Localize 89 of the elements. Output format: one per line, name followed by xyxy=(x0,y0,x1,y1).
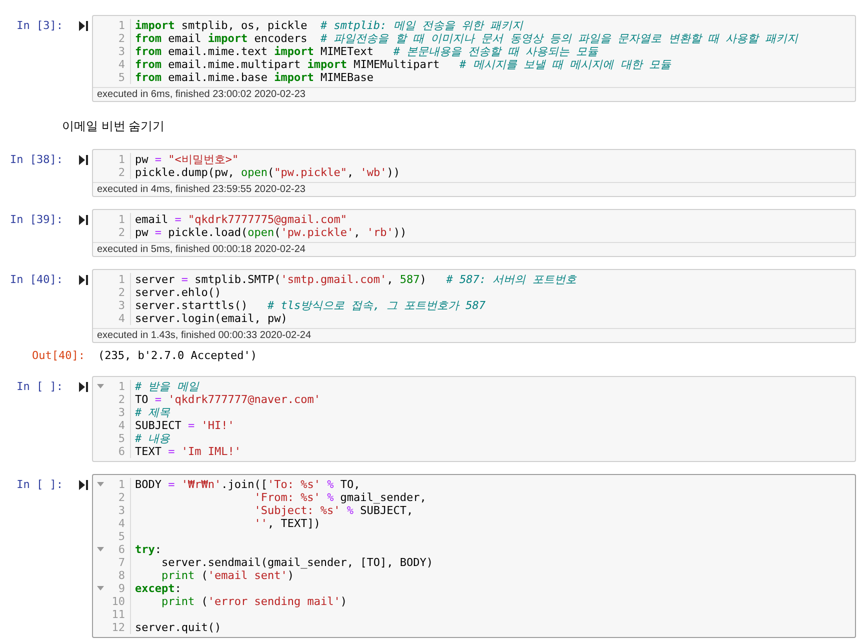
line-number: 3 xyxy=(118,406,125,419)
code-line: server = smtplib.SMTP('smtp.gmail.com', 587) # 587: 서버의 포트번호 xyxy=(135,273,576,286)
code-line: # 받을 메일 xyxy=(135,380,199,393)
run-icon[interactable] xyxy=(79,382,88,392)
line-number: 5 xyxy=(118,71,125,84)
line-number: 1 xyxy=(118,153,125,166)
code-line: BODY = '₩r₩n'.join(['To: %s' % TO, xyxy=(135,478,360,491)
line-number: 6 xyxy=(118,445,125,458)
line-number: 2 xyxy=(118,393,125,406)
code-line: print ('email sent') xyxy=(160,569,294,582)
line-number: 2 xyxy=(118,226,125,239)
code-line: 'Subject: %s' % SUBJECT, xyxy=(253,504,414,517)
code-line: server.quit() xyxy=(135,621,222,634)
code-cell[interactable]: 1 pw = "<비밀번호>" 2 pickle.dump(pw, open("pw.pickle", 'wb')) executed in 4ms, finished 23:59:55 2020-02-23 xyxy=(92,149,856,197)
run-icon[interactable] xyxy=(79,480,88,490)
line-number: 2 xyxy=(118,491,125,504)
run-icon[interactable] xyxy=(79,274,88,284)
execution-time: executed in 5ms, finished 00:00:18 2020-02-24 xyxy=(97,244,306,255)
fold-icon[interactable] xyxy=(97,586,104,591)
line-number: 11 xyxy=(112,608,125,621)
code-line: 'From: %s' % gmail_sender, xyxy=(253,491,426,504)
line-number: 12 xyxy=(112,621,125,634)
code-line: SUBJECT = 'HI!' xyxy=(135,419,234,432)
line-number: 2 xyxy=(118,166,125,179)
line-number: 10 xyxy=(112,595,125,608)
code-line: email = "qkdrk7777775@gmail.com" xyxy=(135,213,347,226)
output-text: (235, b'2.7.0 Accepted') xyxy=(97,349,257,362)
input-prompt: In [ ]: xyxy=(16,478,63,491)
code-line: TEXT = 'Im IML!' xyxy=(135,445,241,458)
fold-icon[interactable] xyxy=(97,547,104,552)
line-number: 1 xyxy=(118,213,125,226)
code-line: from email.mime.base import MIMEBase xyxy=(135,71,374,84)
run-icon[interactable] xyxy=(79,154,88,164)
execution-time: executed in 4ms, finished 23:59:55 2020-02-23 xyxy=(97,184,306,195)
code-line: pw = pickle.load(open('pw.pickle', 'rb')) xyxy=(135,226,407,239)
fold-icon[interactable] xyxy=(97,482,104,487)
code-line: except: xyxy=(135,582,182,595)
fold-icon[interactable] xyxy=(97,384,104,389)
code-line: server.starttls() # tls방식으로 접속, 그 포트번호가 587 xyxy=(135,299,486,312)
code-line: from email.mime.text import MIMEText # 본문내용을 전송할 때 사용되는 모듈 xyxy=(135,45,598,58)
code-line: '', TEXT]) xyxy=(253,517,320,530)
line-number: 5 xyxy=(118,530,125,543)
code-cell[interactable] xyxy=(92,15,856,102)
code-line: # 제목 xyxy=(135,406,170,419)
output-prompt: Out[40]: xyxy=(32,349,85,362)
line-number: 2 xyxy=(118,286,125,299)
input-prompt: In [40]: xyxy=(10,273,63,286)
line-number: 4 xyxy=(118,58,125,71)
line-number: 9 xyxy=(118,582,125,595)
line-number: 4 xyxy=(118,312,125,325)
code-line: print ('error sending mail') xyxy=(160,595,347,608)
line-number: 1 xyxy=(118,273,125,286)
input-prompt: In [38]: xyxy=(10,153,63,166)
markdown-text: 이메일 비번 숨기기 xyxy=(62,119,165,133)
code-line: try: xyxy=(135,543,162,556)
line-number: 2 xyxy=(118,32,125,45)
code-line: pickle.dump(pw, open("pw.pickle", 'wb')) xyxy=(135,166,400,179)
run-icon[interactable] xyxy=(79,214,88,224)
input-prompt: In [3]: xyxy=(16,19,63,32)
input-prompt: In [39]: xyxy=(10,213,63,226)
code-line: from email import encoders # 파일전송을 할 때 이미지나 문서 동영상 등의 파일을 문자열로 변환할 때 사용할 패키지 xyxy=(135,32,798,45)
line-number: 1 xyxy=(118,478,125,491)
line-number: 6 xyxy=(118,543,125,556)
code-line: from email.mime.multipart import MIMEMultipart # 메시지를 보낼 때 메시지에 대한 모듈 xyxy=(135,58,671,71)
line-number: 1 xyxy=(118,19,125,32)
execution-time: executed in 1.43s, finished 00:00:33 2020-02-24 xyxy=(97,330,312,341)
line-number: 5 xyxy=(118,432,125,445)
line-number: 3 xyxy=(118,504,125,517)
line-number: 8 xyxy=(118,569,125,582)
code-line: pw = "<비밀번호>" xyxy=(135,153,239,166)
run-icon[interactable] xyxy=(79,20,88,30)
line-number: 3 xyxy=(118,299,125,312)
code-line: import smtplib, os, pickle # smtplib: 메일 전송을 위한 패키지 xyxy=(135,19,524,32)
line-number: 4 xyxy=(118,517,125,530)
input-prompt: In [ ]: xyxy=(16,380,63,393)
code-line: TO = 'qkdrk777777@naver.com' xyxy=(135,393,320,406)
code-line: server.ehlo() xyxy=(135,286,222,299)
code-line: # 내용 xyxy=(135,432,170,445)
code-line: server.login(email, pw) xyxy=(135,312,288,325)
code-cell[interactable]: 1 # 받을 메일 2 TO = 'qkdrk777777@naver.com' 3 # 제목 4 SUBJECT = 'HI!' 5 # 내용 6 TEXT = 'Im IML!' xyxy=(92,376,856,462)
code-cell[interactable]: 1 server = smtplib.SMTP('smtp.gmail.com', 587) # 587: 서버의 포트번호 2 server.ehlo() 3 server.starttls() # tls방식으로 접속, 그 포트번호가 587 4 server.login(email, pw) executed in 1.43s, finished 00:00:33 2020-02-24 xyxy=(92,269,856,343)
code-cell[interactable]: 1 email = "qkdrk7777775@gmail.com" 2 pw = pickle.load(open('pw.pickle', 'rb')) executed in 5ms, finished 00:00:18 2020-02-24 xyxy=(92,209,856,257)
line-number: 4 xyxy=(118,419,125,432)
line-number: 7 xyxy=(118,556,125,569)
code-cell[interactable] xyxy=(92,474,856,638)
line-number: 1 xyxy=(118,380,125,393)
code-line: server.sendmail(gmail_sender, [TO], BODY) xyxy=(160,556,434,569)
execution-time: executed in 6ms, finished 23:00:02 2020-02-23 xyxy=(97,89,306,100)
line-number: 3 xyxy=(118,45,125,58)
